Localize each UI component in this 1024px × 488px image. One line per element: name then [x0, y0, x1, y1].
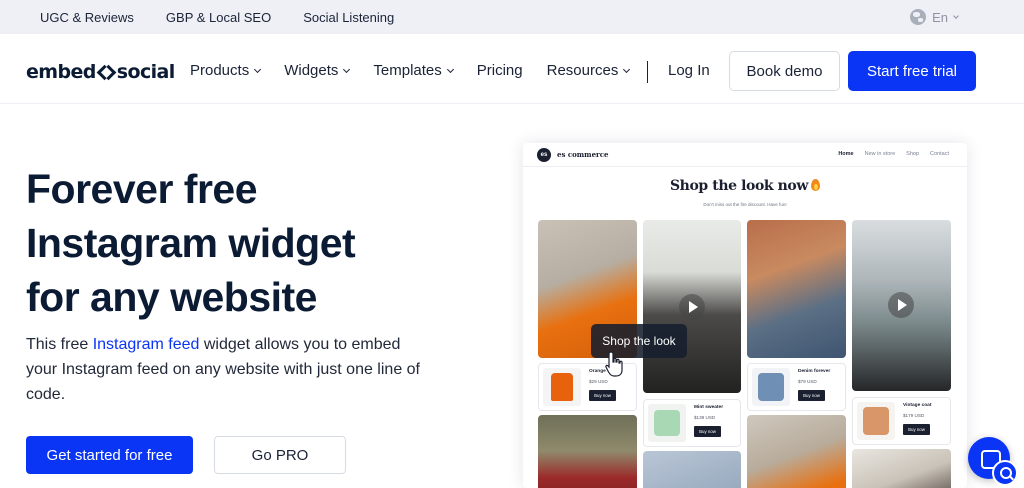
product-card-denim-forever: Denim forever $79 USD Buy now [747, 363, 846, 411]
globe-icon [910, 9, 927, 25]
embedsocial-logo[interactable]: embed social [26, 61, 175, 83]
book-demo-button[interactable]: Book demo [729, 51, 840, 91]
nav-item-templates[interactable]: Templates [373, 62, 454, 79]
product-card-vintage-coat: Vintage coat $179 USD Buy now [852, 397, 951, 445]
hand-cursor-icon [605, 351, 623, 377]
product-thumb [543, 368, 581, 406]
photo-tile-denim [747, 220, 846, 358]
buy-now-button: Buy now [903, 424, 930, 435]
main-nav: embed social Products Widgets Templates … [0, 34, 1024, 104]
chevron-down-icon [446, 65, 454, 73]
go-pro-button[interactable]: Go PRO [214, 436, 346, 474]
mockup-nav-home: Home [838, 151, 854, 157]
flame-icon [811, 179, 821, 191]
play-icon [888, 292, 914, 318]
hero-title: Forever free Instagram widget for any we… [26, 162, 446, 324]
nav-item-widgets[interactable]: Widgets [284, 62, 351, 79]
mockup-nav: es es commerce Home New in store Shop Co… [523, 143, 967, 167]
nav-item-label: Templates [373, 62, 442, 79]
mockup-title-text: Shop the look now [669, 178, 809, 194]
chevron-down-icon [343, 65, 351, 73]
video-tile-group [643, 220, 741, 393]
nav-menu: Products Widgets Templates Pricing Resou… [190, 62, 653, 79]
nav-item-label: Products [190, 62, 250, 79]
topbar-link-gbp-local-seo[interactable]: GBP & Local SEO [166, 10, 271, 25]
product-thumb [857, 402, 895, 440]
logo-mark-icon [97, 65, 116, 79]
logo-text-left: embed [26, 61, 96, 83]
nav-item-pricing[interactable]: Pricing [477, 62, 523, 79]
hero-title-line: Instagram widget [26, 220, 356, 266]
play-icon [679, 294, 705, 320]
mockup-subtitle: Don't miss out the fire discount. Have f… [703, 202, 787, 207]
chevron-down-icon [953, 12, 959, 19]
topbar-link-ugc-reviews[interactable]: UGC & Reviews [40, 10, 134, 25]
hero-title-line: Forever free [26, 166, 258, 212]
product-price: $79 USD [798, 379, 817, 384]
photo-tile-building [643, 451, 741, 488]
product-name: Mint sweater [694, 405, 724, 410]
mockup-nav-links: Home New in store Shop Contact [838, 151, 949, 157]
buy-now-button: Buy now [798, 390, 825, 401]
get-started-button[interactable]: Get started for free [26, 436, 193, 474]
product-price: $29 USD [589, 379, 608, 384]
video-tile-floral [852, 220, 951, 391]
product-card-mint-sweater: Mint sweater $139 USD Buy now [643, 399, 741, 447]
top-bar: UGC & Reviews GBP & Local SEO Social Lis… [0, 0, 1024, 34]
nav-item-resources[interactable]: Resources [546, 62, 631, 79]
product-name: Vintage coat [903, 403, 932, 408]
login-link[interactable]: Log In [668, 62, 710, 79]
photo-tile-red-beanie [538, 415, 637, 488]
start-free-trial-button[interactable]: Start free trial [848, 51, 976, 91]
search-icon[interactable] [992, 460, 1018, 486]
product-price: $139 USD [694, 415, 716, 420]
instagram-feed-link[interactable]: Instagram feed [93, 336, 200, 353]
hero-description: This free Instagram feed widget allows y… [26, 332, 426, 407]
mockup-nav-shop: Shop [906, 151, 920, 157]
product-price: $179 USD [903, 413, 925, 418]
widget-preview-mockup: es es commerce Home New in store Shop Co… [523, 143, 967, 488]
buy-now-button: Buy now [589, 390, 616, 401]
mockup-nav-contact: Contact [930, 151, 949, 157]
hero-title-line: for any website [26, 274, 317, 320]
nav-item-products[interactable]: Products [190, 62, 262, 79]
mockup-logo-icon: es [537, 148, 551, 162]
logo-text-right: social [116, 61, 175, 83]
photo-tile-brick [852, 449, 951, 488]
chevron-down-icon [254, 65, 262, 73]
nav-item-label: Widgets [284, 62, 339, 79]
mockup-brand: es commerce [557, 150, 609, 159]
nav-item-label: Resources [546, 62, 619, 79]
mockup-title: Shop the look now [523, 178, 967, 194]
language-selector[interactable]: En [910, 9, 959, 25]
hero-desc-text: This free [26, 336, 93, 353]
product-thumb [648, 404, 686, 442]
topbar-link-social-listening[interactable]: Social Listening [303, 10, 394, 25]
nav-divider [647, 61, 648, 83]
product-thumb [752, 368, 790, 406]
nav-item-label: Pricing [476, 62, 523, 79]
photo-tile-orange-jacket-2 [747, 415, 846, 488]
product-name: Denim forever [798, 369, 831, 374]
buy-now-button: Buy now [694, 426, 721, 437]
language-label: En [932, 9, 948, 25]
mockup-nav-new: New in store [864, 151, 896, 157]
chevron-down-icon [623, 65, 631, 73]
